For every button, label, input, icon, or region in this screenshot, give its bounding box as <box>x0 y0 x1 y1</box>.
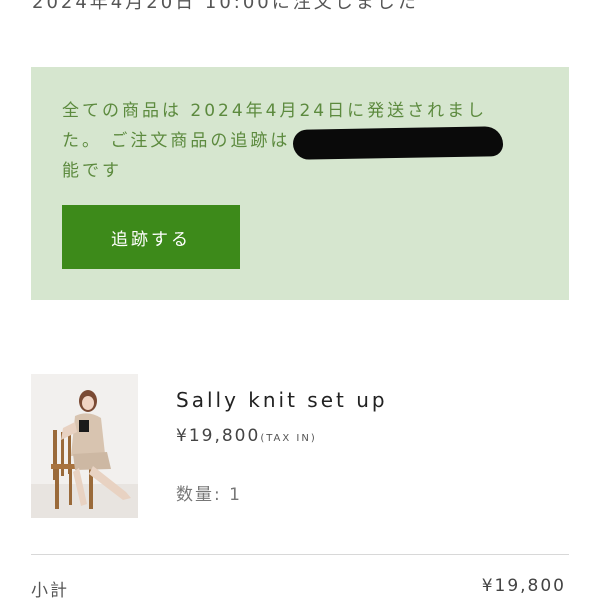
tax-label: (TAX IN) <box>260 433 317 444</box>
product-price-row: ¥19,800(TAX IN) <box>176 426 317 446</box>
order-date-text: 2024年4月20日 10:00に注文しました <box>32 0 419 13</box>
subtotal-value: ¥19,800 <box>481 576 566 596</box>
notice-line-3: 能です <box>62 161 122 181</box>
subtotal-label: 小計 <box>31 581 69 600</box>
shipping-notice-box: 全ての商品は 2024年4月24日に発送されまし た。 ご注文商品の追跡は可 能… <box>31 67 569 300</box>
product-image[interactable] <box>31 374 138 518</box>
order-status-page: 2024年4月20日 10:00に注文しました 全ての商品は 2024年4月24… <box>0 0 600 600</box>
product-quantity: 数量: 1 <box>176 485 242 505</box>
product-photo-illustration <box>31 374 138 518</box>
product-name[interactable]: Sally knit set up <box>176 388 388 412</box>
redaction-mark <box>292 126 504 160</box>
product-price: ¥19,800 <box>176 426 261 446</box>
divider <box>31 554 569 555</box>
notice-line-2: た。 ご注文商品の追跡は <box>62 131 291 151</box>
notice-line-1: 全ての商品は 2024年4月24日に発送されまし <box>62 101 488 121</box>
track-button[interactable]: 追跡する <box>62 205 240 269</box>
